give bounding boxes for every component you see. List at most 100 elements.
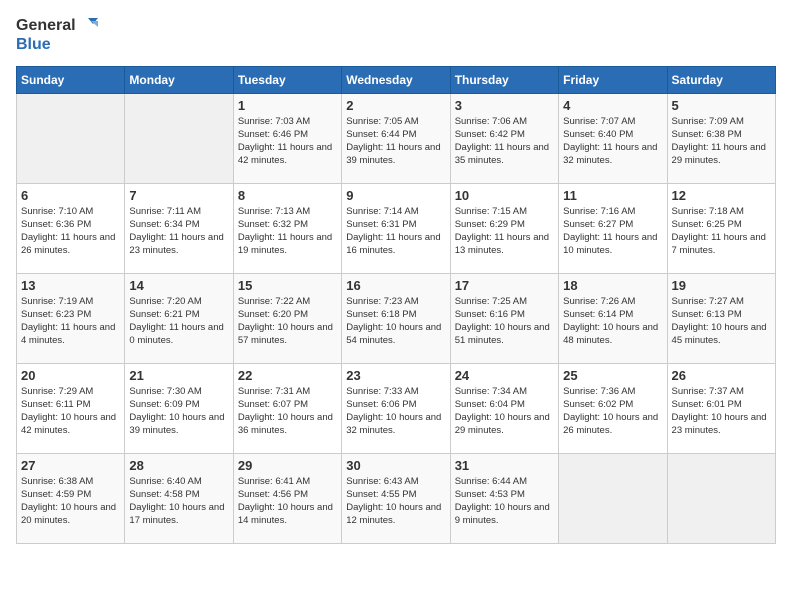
day-number: 31 (455, 458, 554, 473)
day-info: Sunrise: 7:31 AM Sunset: 6:07 PM Dayligh… (238, 385, 337, 438)
calendar-cell: 4 Sunrise: 7:07 AM Sunset: 6:40 PM Daylig… (559, 93, 667, 183)
day-number: 4 (563, 98, 662, 113)
calendar-cell: 26Sunrise: 7:37 AM Sunset: 6:01 PM Dayli… (667, 363, 775, 453)
day-number: 29 (238, 458, 337, 473)
day-number: 30 (346, 458, 445, 473)
day-info: Sunrise: 7:18 AM Sunset: 6:25 PM Dayligh… (672, 205, 771, 258)
day-number: 11 (563, 188, 662, 203)
day-info: Sunrise: 7:14 AM Sunset: 6:31 PM Dayligh… (346, 205, 445, 258)
day-number: 13 (21, 278, 120, 293)
day-of-week-header: Saturday (667, 66, 775, 93)
calendar-cell: 8Sunrise: 7:13 AM Sunset: 6:32 PM Daylig… (233, 183, 341, 273)
day-of-week-header: Thursday (450, 66, 558, 93)
day-info: Sunrise: 7:29 AM Sunset: 6:11 PM Dayligh… (21, 385, 120, 438)
calendar-cell: 20 Sunrise: 7:29 AM Sunset: 6:11 PM Dayli… (17, 363, 125, 453)
calendar-cell: 21 Sunrise: 7:30 AM Sunset: 6:09 PM Dayli… (125, 363, 233, 453)
calendar-cell (667, 453, 775, 543)
calendar-cell: 29 Sunrise: 6:41 AM Sunset: 4:56 PM Dayli… (233, 453, 341, 543)
day-info: Sunrise: 7:30 AM Sunset: 6:09 PM Dayligh… (129, 385, 228, 438)
calendar-week-row: 27 Sunrise: 6:38 AM Sunset: 4:59 PM Dayli… (17, 453, 776, 543)
calendar-cell: 1Sunrise: 7:03 AM Sunset: 6:46 PM Daylig… (233, 93, 341, 183)
day-of-week-header: Wednesday (342, 66, 450, 93)
calendar-cell: 14Sunrise: 7:20 AM Sunset: 6:21 PM Dayli… (125, 273, 233, 363)
day-info: Sunrise: 7:09 AM Sunset: 6:38 PM Dayligh… (672, 115, 771, 168)
day-number: 28 (129, 458, 228, 473)
logo-general: General (16, 17, 76, 35)
calendar-cell: 24 Sunrise: 7:34 AM Sunset: 6:04 PM Dayli… (450, 363, 558, 453)
logo-wing-icon (78, 16, 98, 36)
day-number: 16 (346, 278, 445, 293)
day-number: 9 (346, 188, 445, 203)
day-number: 5 (672, 98, 771, 113)
day-number: 22 (238, 368, 337, 383)
day-info: Sunrise: 7:06 AM Sunset: 6:42 PM Dayligh… (455, 115, 554, 168)
day-info: Sunrise: 7:36 AM Sunset: 6:02 PM Dayligh… (563, 385, 662, 438)
page-header: General Blue (16, 16, 776, 54)
logo-container: General Blue (16, 16, 98, 54)
calendar-week-row: 1Sunrise: 7:03 AM Sunset: 6:46 PM Daylig… (17, 93, 776, 183)
calendar-cell (559, 453, 667, 543)
day-number: 10 (455, 188, 554, 203)
calendar-cell: 15 Sunrise: 7:22 AM Sunset: 6:20 PM Dayli… (233, 273, 341, 363)
calendar-cell: 3 Sunrise: 7:06 AM Sunset: 6:42 PM Daylig… (450, 93, 558, 183)
calendar-week-row: 13 Sunrise: 7:19 AM Sunset: 6:23 PM Dayli… (17, 273, 776, 363)
day-info: Sunrise: 7:22 AM Sunset: 6:20 PM Dayligh… (238, 295, 337, 348)
calendar-cell: 17Sunrise: 7:25 AM Sunset: 6:16 PM Dayli… (450, 273, 558, 363)
calendar-cell: 23 Sunrise: 7:33 AM Sunset: 6:06 PM Dayli… (342, 363, 450, 453)
day-info: Sunrise: 6:38 AM Sunset: 4:59 PM Dayligh… (21, 475, 120, 528)
day-number: 15 (238, 278, 337, 293)
calendar-week-row: 20 Sunrise: 7:29 AM Sunset: 6:11 PM Dayli… (17, 363, 776, 453)
day-number: 23 (346, 368, 445, 383)
calendar-cell: 11 Sunrise: 7:16 AM Sunset: 6:27 PM Dayli… (559, 183, 667, 273)
day-info: Sunrise: 7:19 AM Sunset: 6:23 PM Dayligh… (21, 295, 120, 348)
day-number: 27 (21, 458, 120, 473)
calendar-cell (125, 93, 233, 183)
calendar-cell: 5 Sunrise: 7:09 AM Sunset: 6:38 PM Daylig… (667, 93, 775, 183)
calendar-cell: 25 Sunrise: 7:36 AM Sunset: 6:02 PM Dayli… (559, 363, 667, 453)
day-number: 12 (672, 188, 771, 203)
day-info: Sunrise: 7:10 AM Sunset: 6:36 PM Dayligh… (21, 205, 120, 258)
logo: General Blue (16, 16, 98, 54)
calendar-cell: 31 Sunrise: 6:44 AM Sunset: 4:53 PM Dayli… (450, 453, 558, 543)
calendar-cell: 30 Sunrise: 6:43 AM Sunset: 4:55 PM Dayli… (342, 453, 450, 543)
day-info: Sunrise: 7:16 AM Sunset: 6:27 PM Dayligh… (563, 205, 662, 258)
day-info: Sunrise: 7:05 AM Sunset: 6:44 PM Dayligh… (346, 115, 445, 168)
calendar-cell: 10Sunrise: 7:15 AM Sunset: 6:29 PM Dayli… (450, 183, 558, 273)
logo-blue: Blue (16, 36, 98, 54)
day-info: Sunrise: 7:07 AM Sunset: 6:40 PM Dayligh… (563, 115, 662, 168)
day-of-week-header: Sunday (17, 66, 125, 93)
day-number: 24 (455, 368, 554, 383)
day-number: 18 (563, 278, 662, 293)
day-of-week-header: Tuesday (233, 66, 341, 93)
calendar-cell: 16 Sunrise: 7:23 AM Sunset: 6:18 PM Dayli… (342, 273, 450, 363)
calendar-week-row: 6 Sunrise: 7:10 AM Sunset: 6:36 PM Daylig… (17, 183, 776, 273)
day-of-week-header: Monday (125, 66, 233, 93)
calendar-cell: 27 Sunrise: 6:38 AM Sunset: 4:59 PM Dayli… (17, 453, 125, 543)
calendar-cell: 6 Sunrise: 7:10 AM Sunset: 6:36 PM Daylig… (17, 183, 125, 273)
day-info: Sunrise: 7:27 AM Sunset: 6:13 PM Dayligh… (672, 295, 771, 348)
calendar-cell: 28 Sunrise: 6:40 AM Sunset: 4:58 PM Dayli… (125, 453, 233, 543)
day-info: Sunrise: 7:34 AM Sunset: 6:04 PM Dayligh… (455, 385, 554, 438)
day-info: Sunrise: 7:33 AM Sunset: 6:06 PM Dayligh… (346, 385, 445, 438)
day-number: 20 (21, 368, 120, 383)
day-info: Sunrise: 7:23 AM Sunset: 6:18 PM Dayligh… (346, 295, 445, 348)
day-info: Sunrise: 6:44 AM Sunset: 4:53 PM Dayligh… (455, 475, 554, 528)
day-number: 3 (455, 98, 554, 113)
calendar-cell: 7Sunrise: 7:11 AM Sunset: 6:34 PM Daylig… (125, 183, 233, 273)
day-number: 19 (672, 278, 771, 293)
day-info: Sunrise: 6:41 AM Sunset: 4:56 PM Dayligh… (238, 475, 337, 528)
calendar-cell: 22 Sunrise: 7:31 AM Sunset: 6:07 PM Dayli… (233, 363, 341, 453)
day-info: Sunrise: 6:43 AM Sunset: 4:55 PM Dayligh… (346, 475, 445, 528)
day-number: 7 (129, 188, 228, 203)
day-number: 14 (129, 278, 228, 293)
calendar-cell: 9 Sunrise: 7:14 AM Sunset: 6:31 PM Daylig… (342, 183, 450, 273)
calendar-cell (17, 93, 125, 183)
day-info: Sunrise: 6:40 AM Sunset: 4:58 PM Dayligh… (129, 475, 228, 528)
day-info: Sunrise: 7:25 AM Sunset: 6:16 PM Dayligh… (455, 295, 554, 348)
day-info: Sunrise: 7:26 AM Sunset: 6:14 PM Dayligh… (563, 295, 662, 348)
calendar-table: SundayMondayTuesdayWednesdayThursdayFrid… (16, 66, 776, 544)
day-number: 6 (21, 188, 120, 203)
day-number: 21 (129, 368, 228, 383)
day-number: 25 (563, 368, 662, 383)
day-number: 8 (238, 188, 337, 203)
